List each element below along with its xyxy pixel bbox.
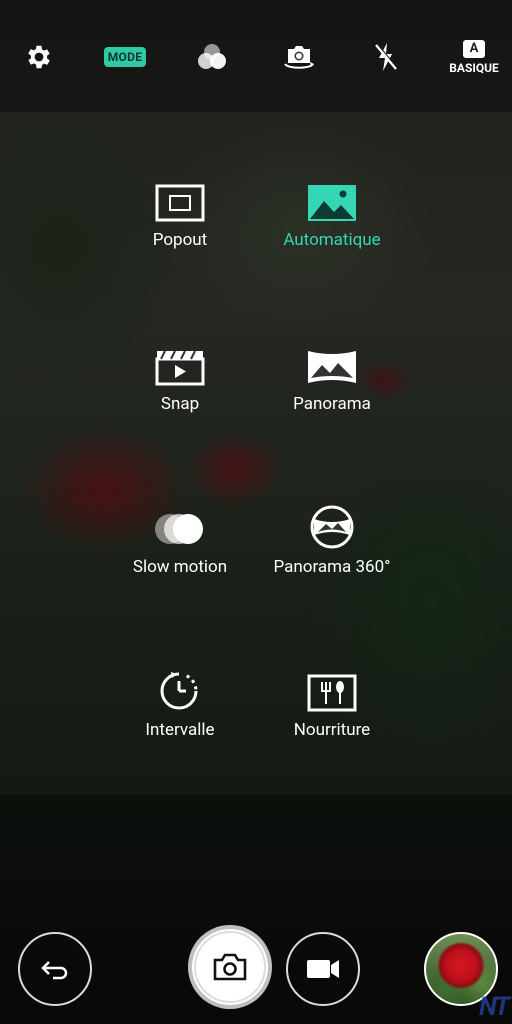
mode-label: Nourriture [293,720,371,740]
mode-panorama-360[interactable]: Panorama 360° [232,505,432,577]
video-camera-icon [307,960,339,978]
slow-motion-icon [155,514,203,544]
back-button[interactable] [18,932,92,1006]
camera-icon [213,953,247,981]
panorama-icon [308,351,356,383]
filter-circles-icon [198,44,226,69]
switch-camera-button[interactable] [271,30,327,84]
mode-badge: MODE [103,47,147,67]
mode-panorama[interactable]: Panorama [232,342,432,414]
basic-mode-letter: A [463,39,485,58]
snap-clapperboard-icon [155,350,205,386]
mode-label: Panorama [293,394,371,414]
mode-button[interactable]: MODE [97,30,153,84]
mode-label: Automatique [283,230,381,250]
panorama-360-icon [310,505,354,549]
food-icon [307,674,357,712]
popout-icon [155,184,205,222]
flash-button[interactable] [358,30,414,84]
mode-label: Panorama 360° [273,557,391,577]
top-toolbar: MODE A BASIQUE [0,0,512,112]
back-arrow-icon [41,961,68,980]
mode-nourriture[interactable]: Nourriture [232,668,432,740]
mode-automatique[interactable]: Automatique [232,178,432,250]
settings-button[interactable] [11,30,67,84]
filter-button[interactable] [184,30,240,84]
basic-mode-button[interactable]: A BASIQUE [446,30,502,84]
video-record-button[interactable] [286,932,360,1006]
watermark: NT [478,992,510,1022]
basic-mode-label: BASIQUE [449,60,499,75]
auto-picture-icon [308,185,356,221]
flash-off-icon [375,43,398,71]
shutter-button[interactable] [188,925,272,1009]
interval-timer-icon [160,672,198,710]
camera-switch-icon [284,46,314,69]
gear-icon [28,45,50,69]
